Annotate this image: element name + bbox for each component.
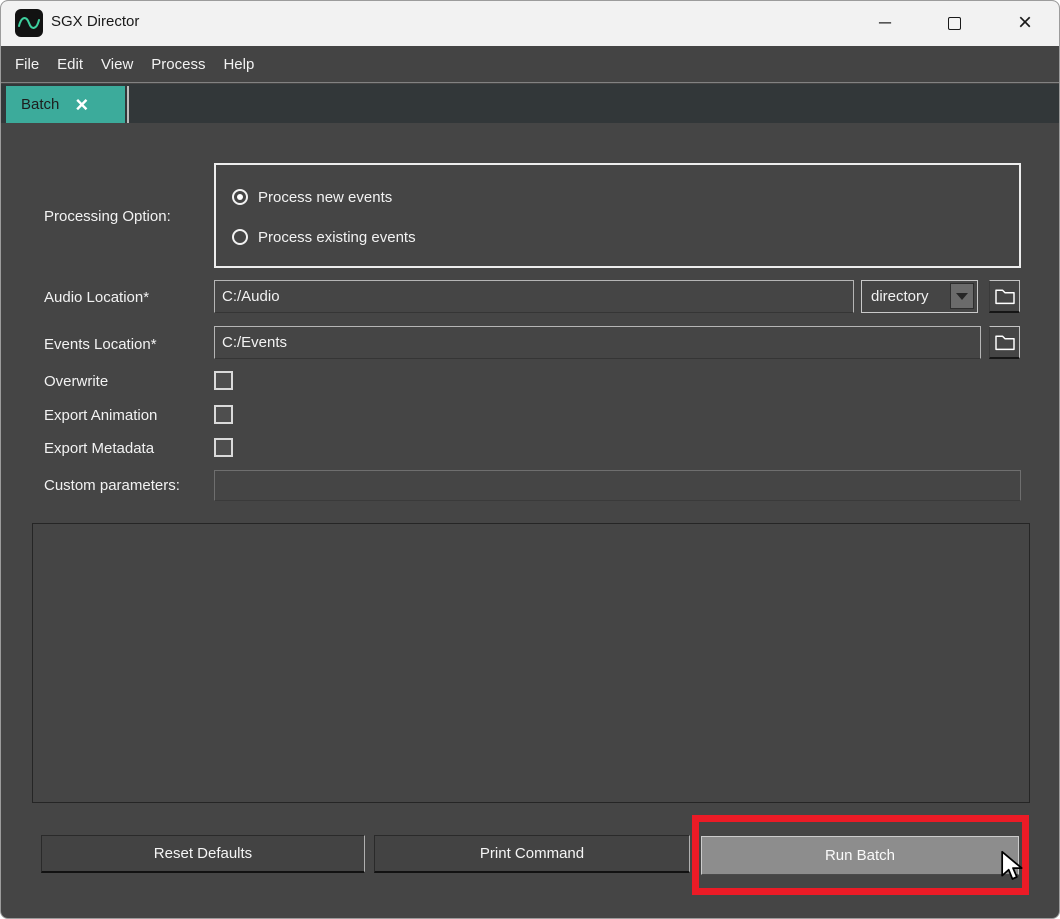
radio-icon-new-events[interactable] (232, 189, 248, 205)
menu-view[interactable]: View (92, 56, 142, 73)
print-command-button[interactable]: Print Command (374, 835, 690, 873)
radio-label-new-events: Process new events (258, 189, 392, 206)
menu-edit[interactable]: Edit (48, 56, 92, 73)
titlebar: SGX Director ─ × (1, 1, 1059, 46)
audio-location-input[interactable] (214, 280, 854, 313)
folder-icon (994, 333, 1016, 351)
dropdown-arrow-button[interactable] (950, 283, 974, 309)
events-location-label: Events Location* (44, 336, 157, 353)
audio-type-value: directory (871, 288, 929, 305)
radio-label-existing-events: Process existing events (258, 229, 416, 246)
menu-help[interactable]: Help (214, 56, 263, 73)
maximize-icon (948, 17, 961, 30)
tab-divider (127, 86, 129, 123)
run-batch-button[interactable]: Run Batch (701, 836, 1019, 875)
radio-icon-existing-events[interactable] (232, 229, 248, 245)
overwrite-label: Overwrite (44, 373, 108, 390)
custom-parameters-label: Custom parameters: (44, 477, 180, 494)
export-metadata-checkbox[interactable] (214, 438, 233, 457)
events-browse-button[interactable] (989, 326, 1020, 359)
app-window: SGX Director ─ × File Edit View Process … (0, 0, 1060, 919)
processing-option-label: Processing Option: (44, 208, 171, 225)
export-animation-label: Export Animation (44, 407, 157, 424)
export-metadata-label: Export Metadata (44, 440, 154, 457)
maximize-button[interactable] (931, 1, 977, 45)
reset-defaults-button[interactable]: Reset Defaults (41, 835, 365, 873)
minimize-icon: ─ (879, 13, 891, 33)
audio-type-dropdown[interactable]: directory (861, 280, 978, 313)
output-log-panel (32, 523, 1030, 803)
folder-icon (994, 287, 1016, 305)
close-icon: × (1018, 9, 1032, 37)
processing-option-group: Process new events Process existing even… (214, 163, 1021, 268)
tab-batch[interactable]: Batch × (6, 86, 125, 123)
radio-row-new-events[interactable]: Process new events (232, 183, 1019, 211)
menu-file[interactable]: File (6, 56, 48, 73)
app-logo-icon (15, 9, 43, 37)
minimize-button[interactable]: ─ (862, 1, 908, 45)
tab-close-icon[interactable]: × (75, 95, 88, 115)
radio-row-existing-events[interactable]: Process existing events (232, 223, 1019, 251)
close-button[interactable]: × (1002, 1, 1048, 45)
overwrite-checkbox[interactable] (214, 371, 233, 390)
custom-parameters-input[interactable] (214, 470, 1021, 501)
events-location-input[interactable] (214, 326, 981, 359)
menubar: File Edit View Process Help (1, 46, 1059, 83)
chevron-down-icon (956, 293, 968, 300)
window-title: SGX Director (51, 13, 139, 30)
tab-batch-label: Batch (21, 96, 59, 113)
export-animation-checkbox[interactable] (214, 405, 233, 424)
menu-process[interactable]: Process (142, 56, 214, 73)
tabbar: Batch × (1, 84, 1059, 123)
audio-browse-button[interactable] (989, 280, 1020, 313)
audio-location-label: Audio Location* (44, 289, 149, 306)
